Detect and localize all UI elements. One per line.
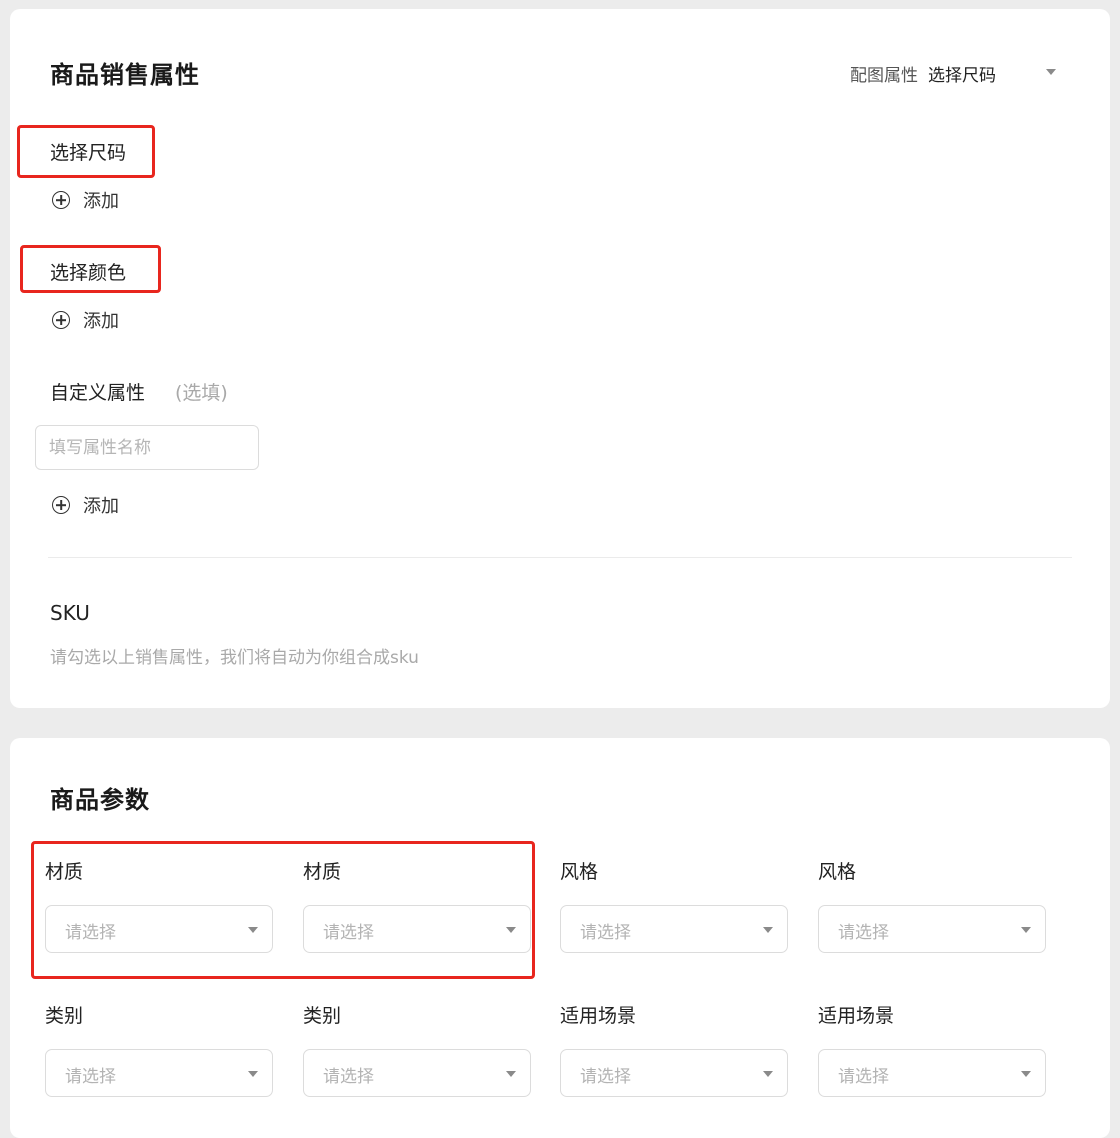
plus-circle-icon xyxy=(52,311,70,329)
attribute-name-input[interactable] xyxy=(35,425,259,470)
chevron-down-icon[interactable] xyxy=(1046,69,1056,75)
sales-attributes-card: 商品销售属性 配图属性 选择尺码 选择尺码 添加 选择颜色 添加 自定义属性 (… xyxy=(10,9,1110,708)
add-custom-attribute-button[interactable]: 添加 xyxy=(52,492,119,518)
size-attribute-label: 选择尺码 xyxy=(50,142,127,164)
custom-attribute-heading: 自定义属性 (选填) xyxy=(50,378,228,405)
chevron-down-icon xyxy=(1021,1071,1031,1077)
select-placeholder: 请选择 xyxy=(65,923,116,943)
material-select[interactable]: 请选择 xyxy=(45,905,273,953)
sku-hint: 请勾选以上销售属性，我们将自动为你组合成sku xyxy=(50,648,419,668)
param-label-style: 风格 xyxy=(560,861,599,883)
style-select[interactable]: 请选择 xyxy=(818,905,1046,953)
select-placeholder: 请选择 xyxy=(838,923,889,943)
chevron-down-icon xyxy=(763,1071,773,1077)
category-select[interactable]: 请选择 xyxy=(45,1049,273,1097)
custom-attribute-label: 自定义属性 xyxy=(50,382,146,404)
optional-hint: (选填) xyxy=(175,382,228,404)
params-section-title: 商品参数 xyxy=(50,786,150,814)
add-color-button[interactable]: 添加 xyxy=(52,307,119,333)
chevron-down-icon xyxy=(763,927,773,933)
add-size-button[interactable]: 添加 xyxy=(52,187,119,213)
select-placeholder: 请选择 xyxy=(838,1067,889,1087)
chevron-down-icon xyxy=(506,1071,516,1077)
scenario-select[interactable]: 请选择 xyxy=(818,1049,1046,1097)
chevron-down-icon xyxy=(248,1071,258,1077)
select-placeholder: 请选择 xyxy=(65,1067,116,1087)
sales-section-title: 商品销售属性 xyxy=(50,61,200,89)
plus-circle-icon xyxy=(52,191,70,209)
color-attribute-label: 选择颜色 xyxy=(50,262,127,284)
chevron-down-icon xyxy=(506,927,516,933)
add-label: 添加 xyxy=(83,496,119,517)
product-params-card: 商品参数 材质 请选择 材质 请选择 风格 请选择 风格 请选择 类别 请选择 … xyxy=(10,738,1110,1138)
chevron-down-icon xyxy=(248,927,258,933)
plus-circle-icon xyxy=(52,496,70,514)
select-placeholder: 请选择 xyxy=(323,1067,374,1087)
param-label-material: 材质 xyxy=(303,861,342,883)
select-placeholder: 请选择 xyxy=(580,1067,631,1087)
param-label-category: 类别 xyxy=(303,1005,342,1027)
style-select[interactable]: 请选择 xyxy=(560,905,788,953)
scenario-select[interactable]: 请选择 xyxy=(560,1049,788,1097)
param-label-scenario: 适用场景 xyxy=(818,1005,895,1027)
param-label-style: 风格 xyxy=(818,861,857,883)
param-label-material: 材质 xyxy=(45,861,84,883)
image-attribute-selector[interactable]: 配图属性 选择尺码 xyxy=(850,61,996,86)
chevron-down-icon xyxy=(1021,927,1031,933)
add-label: 添加 xyxy=(83,311,119,332)
image-attr-label: 配图属性 xyxy=(850,66,918,86)
image-attr-value: 选择尺码 xyxy=(928,66,996,86)
sku-title: SKU xyxy=(50,601,90,625)
section-divider xyxy=(48,557,1072,558)
category-select[interactable]: 请选择 xyxy=(303,1049,531,1097)
add-label: 添加 xyxy=(83,191,119,212)
material-select[interactable]: 请选择 xyxy=(303,905,531,953)
param-label-scenario: 适用场景 xyxy=(560,1005,637,1027)
select-placeholder: 请选择 xyxy=(323,923,374,943)
select-placeholder: 请选择 xyxy=(580,923,631,943)
param-label-category: 类别 xyxy=(45,1005,84,1027)
